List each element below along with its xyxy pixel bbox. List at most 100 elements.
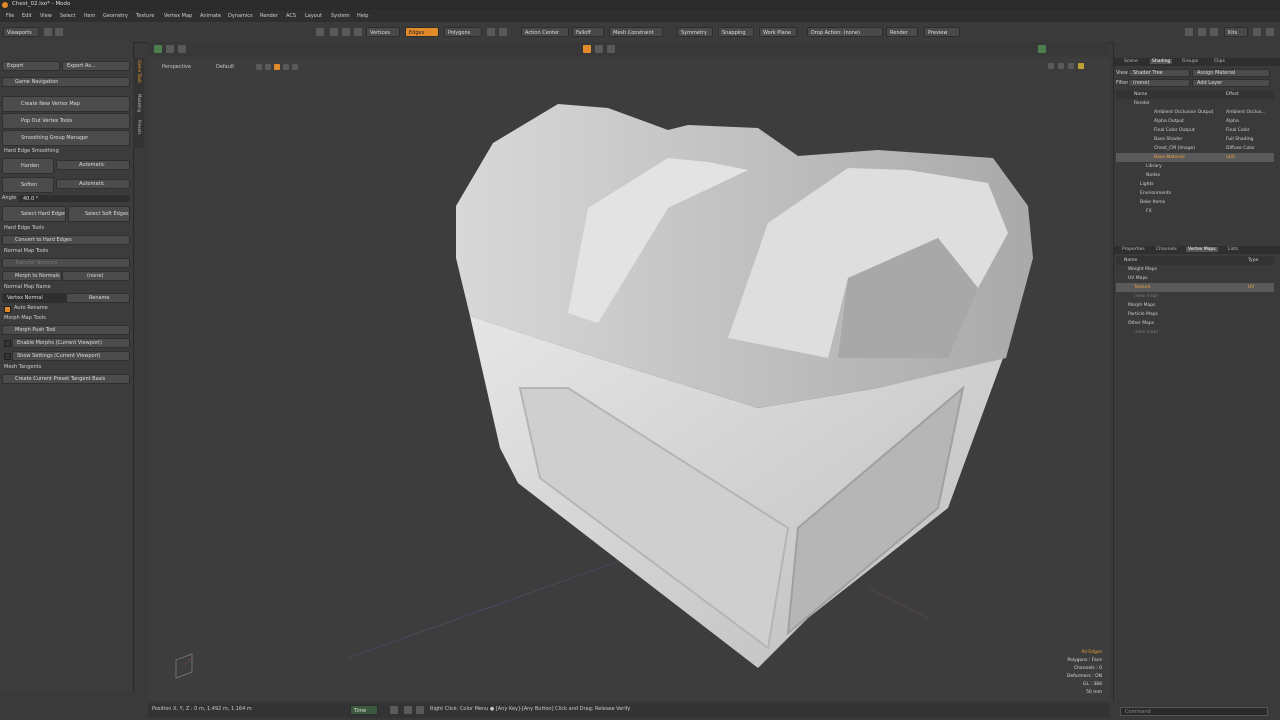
- command-input[interactable]: Command: [1120, 707, 1268, 716]
- work-plane-button[interactable]: Work Plane: [759, 27, 797, 37]
- menu-dynamics[interactable]: Dynamics: [228, 13, 253, 19]
- camera-icon[interactable]: [595, 45, 603, 53]
- add-layer-dropdown[interactable]: Add Layer: [1192, 79, 1270, 87]
- gear-icon[interactable]: [1198, 28, 1206, 36]
- move-icon[interactable]: [330, 28, 338, 36]
- snapping-button[interactable]: Snapping: [718, 27, 754, 37]
- select-icon[interactable]: [316, 28, 324, 36]
- smoothing-group-manager-button[interactable]: Smoothing Group Manager: [2, 130, 130, 146]
- shading-mode-label[interactable]: Default: [216, 64, 234, 70]
- shader-row-base-material[interactable]: Base Material (all): [1116, 153, 1274, 162]
- timeline-icon[interactable]: [390, 706, 398, 714]
- layout-icon[interactable]: [1210, 28, 1218, 36]
- maximize-icon[interactable]: [1266, 28, 1274, 36]
- show-settings-button[interactable]: Show Settings (Current Viewport): [12, 351, 130, 361]
- shader-row-bake-items[interactable]: Bake Items: [1116, 198, 1274, 207]
- mesh-constraint-button[interactable]: Mesh Constraint: [609, 27, 663, 37]
- vmap-other-maps[interactable]: Other Maps: [1116, 319, 1274, 328]
- select-hard-edges-button[interactable]: Select Hard Edges: [2, 206, 66, 222]
- transfer-normals-button[interactable]: Transfer Normals: [2, 258, 130, 268]
- shader-row-lights[interactable]: Lights: [1116, 180, 1274, 189]
- soften-button[interactable]: Soften: [2, 177, 54, 193]
- kits-button[interactable]: Kits: [1224, 27, 1248, 37]
- edges-mode-button[interactable]: Edges: [405, 27, 439, 37]
- vertex-normal-field[interactable]: Vertex Normal: [2, 293, 66, 303]
- tab-properties[interactable]: Properties: [1122, 247, 1145, 252]
- layout-icon[interactable]: [416, 706, 424, 714]
- assign-material-dropdown[interactable]: Assign Material: [1192, 69, 1270, 77]
- menu-view[interactable]: View: [40, 13, 52, 19]
- tab-vertex-maps[interactable]: Vertex Maps: [1186, 247, 1218, 252]
- tab-lists[interactable]: Lists: [1228, 247, 1238, 252]
- action-center-button[interactable]: Action Center: [521, 27, 569, 37]
- snap-icon[interactable]: [154, 45, 162, 53]
- render-button[interactable]: Render: [886, 27, 918, 37]
- shader-row-chest-cm[interactable]: Chest_CM (Image) Diffuse Color: [1116, 144, 1274, 153]
- wireframe-icon[interactable]: [256, 64, 262, 70]
- export-button[interactable]: Export: [2, 61, 60, 71]
- shader-row-alpha[interactable]: Alpha Output Alpha: [1116, 117, 1274, 126]
- falloff-button[interactable]: Falloff: [572, 27, 604, 37]
- pivot-icon[interactable]: [178, 45, 186, 53]
- enable-morphs-checkbox[interactable]: [4, 340, 11, 347]
- auto-rename-checkbox[interactable]: [4, 306, 11, 313]
- zoom-icon[interactable]: [1068, 63, 1074, 69]
- show-settings-checkbox[interactable]: [4, 353, 11, 360]
- menu-edit[interactable]: Edit: [22, 13, 32, 19]
- presets-tab[interactable]: Presets: [135, 120, 142, 135]
- enable-morphs-button[interactable]: Enable Morphs (Current Viewport): [12, 338, 130, 348]
- arrow-icon[interactable]: [55, 28, 63, 36]
- material-mode-icon[interactable]: [499, 28, 507, 36]
- grid-snap-icon[interactable]: [166, 45, 174, 53]
- harden-mode-dropdown[interactable]: Automatic: [56, 160, 130, 170]
- menu-acs[interactable]: ACS: [286, 13, 296, 19]
- polygons-mode-button[interactable]: Polygons: [444, 27, 482, 37]
- vmap-new-map[interactable]: (new map): [1116, 292, 1274, 301]
- center-icon[interactable]: [583, 45, 591, 53]
- grid-icon[interactable]: [1253, 28, 1261, 36]
- menu-help[interactable]: Help: [357, 13, 368, 19]
- game-tools-tab[interactable]: Game Tools: [135, 60, 142, 83]
- export-as-button[interactable]: Export As...: [62, 61, 130, 71]
- grid-icon[interactable]: [265, 64, 271, 70]
- view-dropdown[interactable]: Shader Tree: [1128, 69, 1190, 77]
- vertices-mode-button[interactable]: Vertices: [366, 27, 400, 37]
- item-mode-icon[interactable]: [487, 28, 495, 36]
- menu-texture[interactable]: Texture: [136, 13, 154, 19]
- menu-select[interactable]: Select: [60, 13, 75, 19]
- morph-push-tool-button[interactable]: Morph Push Tool: [2, 325, 130, 335]
- preview-button[interactable]: Preview: [924, 27, 960, 37]
- create-tangent-basis-button[interactable]: Create Current Preset Tangent Basis: [2, 374, 130, 384]
- morph-map-dropdown[interactable]: (none): [62, 271, 130, 281]
- create-vertex-map-button[interactable]: Create New Vertex Map: [2, 96, 130, 112]
- angle-field[interactable]: 40.0 °: [18, 195, 130, 202]
- rotate-icon[interactable]: [342, 28, 350, 36]
- select-soft-edges-button[interactable]: Select Soft Edges: [68, 206, 130, 222]
- vmap-new-map[interactable]: (new map): [1116, 328, 1274, 337]
- rotate-view-icon[interactable]: [1058, 63, 1064, 69]
- vmap-texture[interactable]: Texture UV: [1116, 283, 1274, 292]
- shader-row-environments[interactable]: Environments: [1116, 189, 1274, 198]
- cube-icon[interactable]: [1185, 28, 1193, 36]
- fit-icon[interactable]: [607, 45, 615, 53]
- menu-animate[interactable]: Animate: [200, 13, 221, 19]
- harden-button[interactable]: Harden: [2, 158, 54, 174]
- tab-clips[interactable]: Clips: [1214, 59, 1225, 64]
- layout-icon[interactable]: [44, 28, 52, 36]
- shader-row-ao[interactable]: Ambient Occlusion Output Ambient Occlus..…: [1116, 108, 1274, 117]
- vmap-morph-maps[interactable]: Morph Maps: [1116, 301, 1274, 310]
- shader-row-fx[interactable]: FX: [1116, 207, 1274, 216]
- layers-icon[interactable]: [1038, 45, 1046, 53]
- convert-hard-edges-button[interactable]: Convert to Hard Edges: [2, 235, 130, 245]
- time-button[interactable]: Time: [350, 705, 378, 715]
- menu-vertex-map[interactable]: Vertex Map: [164, 13, 192, 19]
- tab-groups[interactable]: Groups: [1182, 59, 1198, 64]
- filter-dropdown[interactable]: (none): [1128, 79, 1190, 87]
- pan-icon[interactable]: [1048, 63, 1054, 69]
- vmap-weight-maps[interactable]: Weight Maps: [1116, 265, 1274, 274]
- menu-system[interactable]: System: [331, 13, 350, 19]
- playback-icon[interactable]: [404, 706, 412, 714]
- shaded-icon[interactable]: [274, 64, 280, 70]
- shader-row-nodes[interactable]: Nodes: [1116, 171, 1274, 180]
- texture-icon[interactable]: [283, 64, 289, 70]
